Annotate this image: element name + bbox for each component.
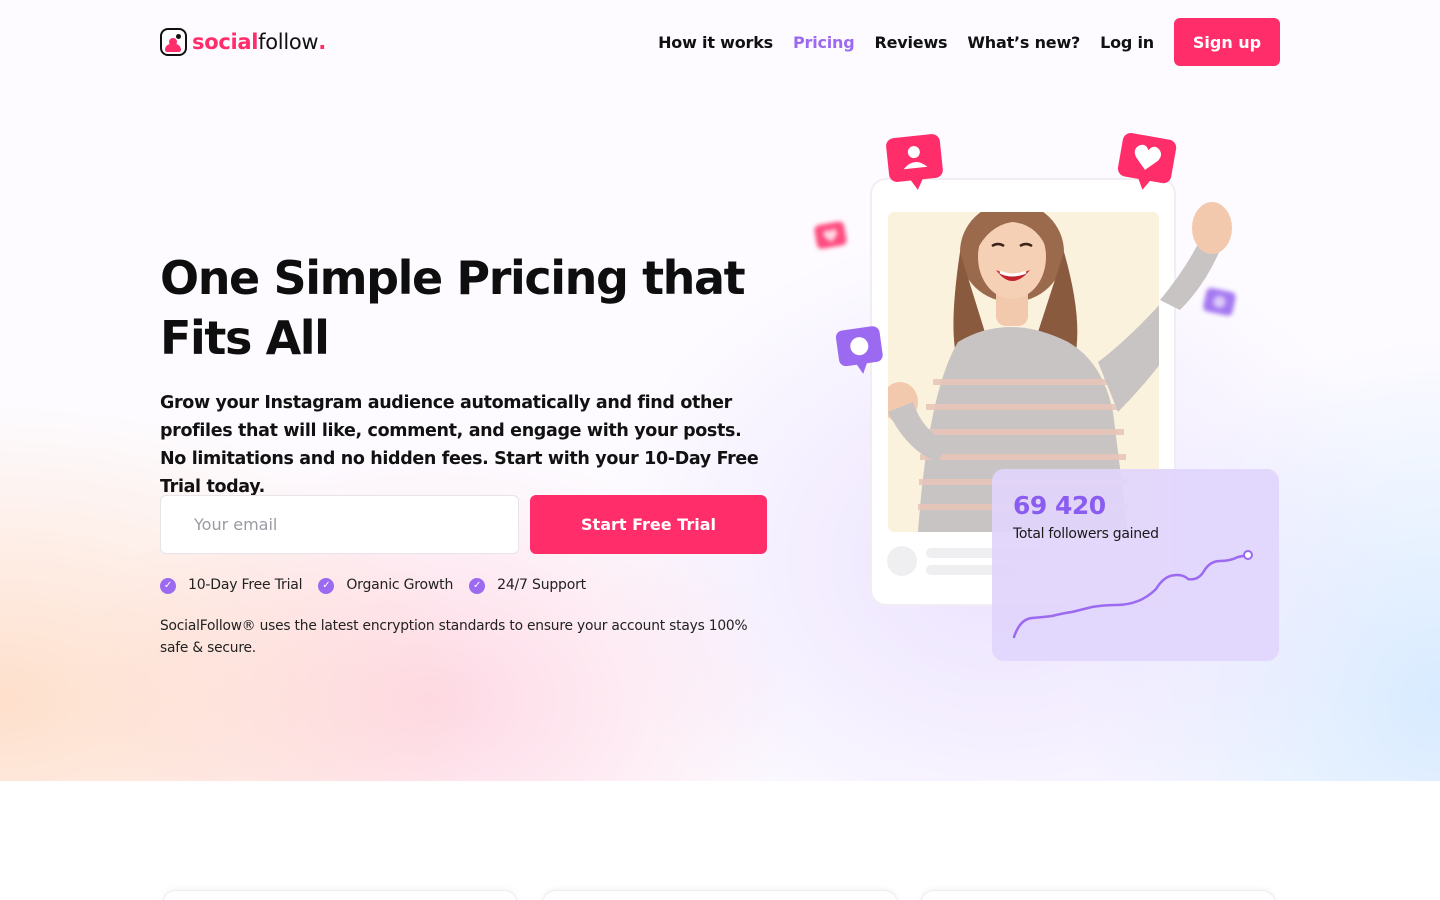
nav-pricing[interactable]: Pricing	[793, 33, 855, 52]
heart-bubble-icon	[814, 221, 847, 249]
feature-list: ✓ 10-Day Free Trial ✓ Organic Growth ✓ 2…	[160, 574, 602, 596]
check-icon: ✓	[318, 578, 335, 594]
email-input[interactable]	[160, 495, 519, 554]
page-title: One Simple Pricing that Fits All	[160, 251, 746, 365]
nav-how-it-works[interactable]: How it works	[658, 33, 773, 52]
hero-subtitle: Grow your Instagram audience automatical…	[160, 393, 759, 497]
pricing-card	[542, 890, 898, 900]
feature-item: ✓ Organic Growth	[318, 576, 453, 594]
logo[interactable]: socialfollow.	[160, 27, 326, 57]
logo-icon	[160, 28, 187, 56]
start-free-trial-button[interactable]: Start Free Trial	[530, 495, 767, 554]
feature-item: ✓ 24/7 Support	[469, 576, 586, 594]
pricing-card	[920, 890, 1276, 900]
nav-whats-new[interactable]: What’s new?	[967, 33, 1080, 52]
heart-bubble-icon	[1117, 133, 1177, 190]
comment-bubble-icon	[835, 326, 883, 374]
sign-up-button[interactable]: Sign up	[1174, 18, 1280, 66]
main-nav: How it works Pricing Reviews What’s new?…	[638, 18, 1280, 66]
comment-bubble-icon	[1203, 287, 1236, 316]
nav-reviews[interactable]: Reviews	[875, 33, 948, 52]
check-icon: ✓	[160, 578, 176, 594]
pricing-card	[162, 890, 518, 900]
growth-line	[1012, 550, 1253, 639]
followers-stats-card: 69 420 Total followers gained	[992, 469, 1279, 661]
logo-text: socialfollow.	[192, 30, 326, 54]
nav-log-in[interactable]: Log in	[1100, 33, 1154, 52]
security-note: SocialFollow® uses the latest encryption…	[160, 618, 748, 656]
header: socialfollow. How it works Pricing Revie…	[160, 18, 1280, 66]
avatar-placeholder	[887, 546, 917, 576]
feature-item: ✓ 10-Day Free Trial	[160, 576, 303, 594]
user-bubble-icon	[886, 134, 943, 190]
check-icon: ✓	[469, 578, 486, 594]
